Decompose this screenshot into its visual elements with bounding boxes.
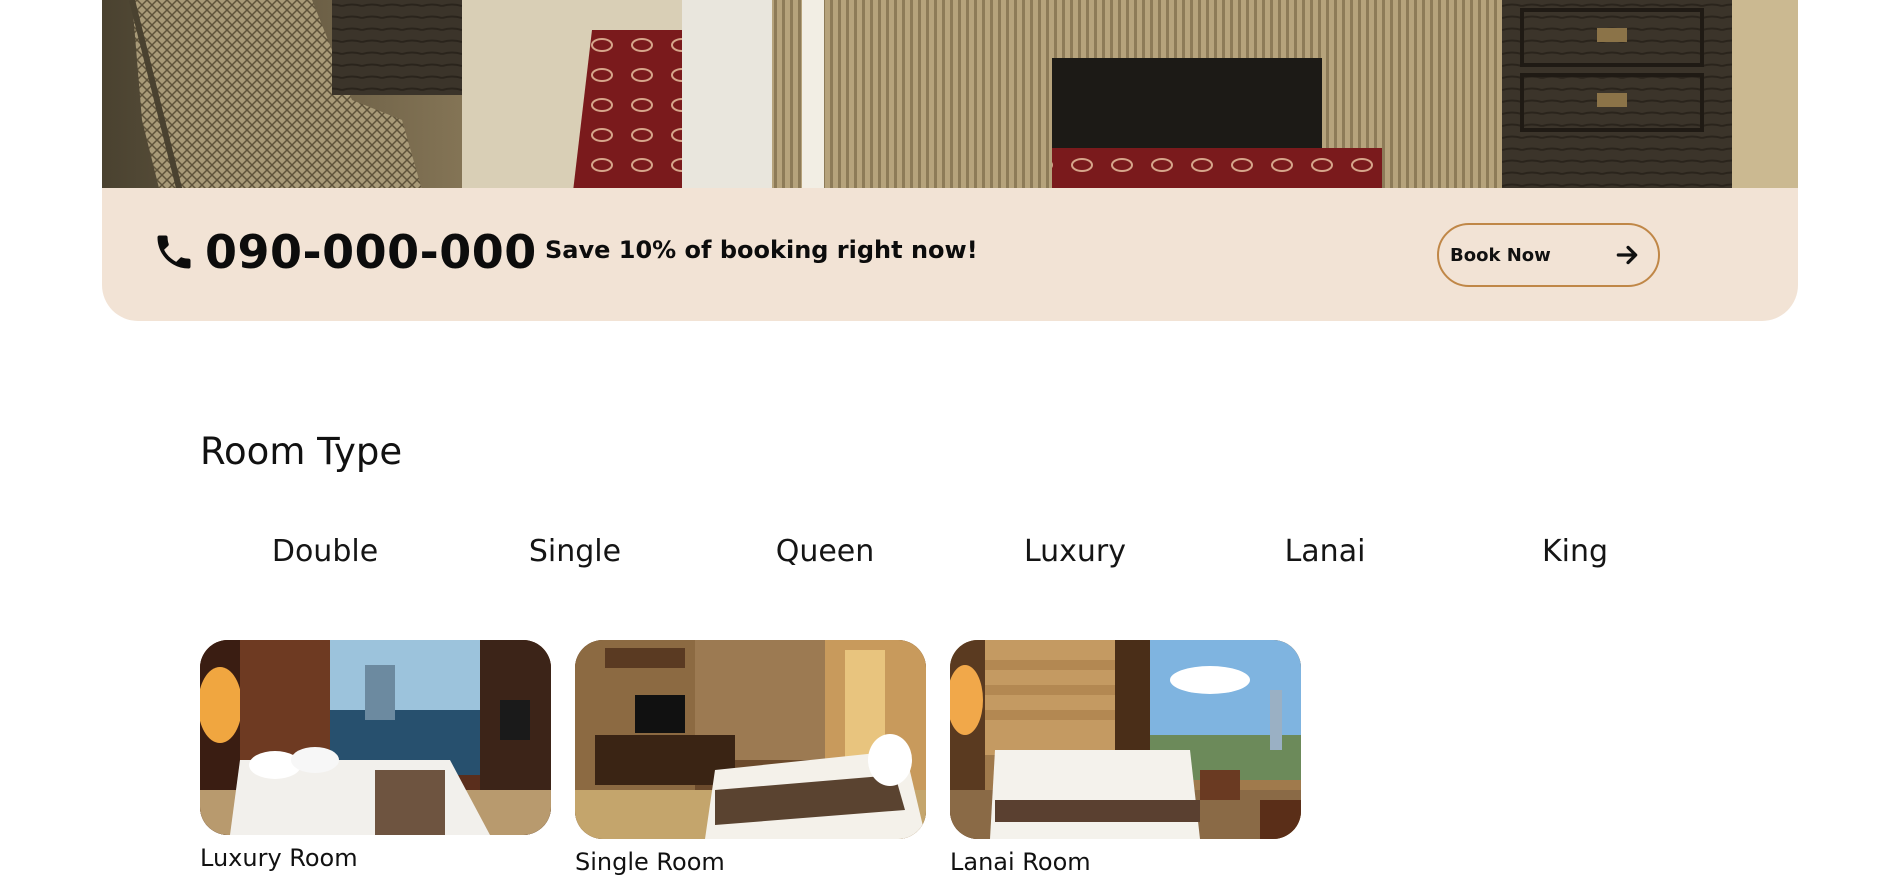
single-room-photo-icon (575, 640, 926, 839)
room-card-luxury[interactable]: Luxury Room (200, 640, 551, 873)
book-now-label: Book Now (1450, 244, 1551, 266)
hero-image (102, 0, 1798, 200)
room-list: Luxury Room Single Room Lanai Room (200, 640, 1400, 890)
room-card-lanai[interactable]: Lanai Room (950, 640, 1301, 877)
promo-offer-text: Save 10% of booking right now! (545, 236, 978, 264)
luxury-room-photo (200, 640, 551, 835)
tab-lanai[interactable]: Lanai (1200, 528, 1450, 576)
promo-bar: 090-000-000 Save 10% of booking right no… (102, 188, 1798, 321)
tab-queen[interactable]: Queen (700, 528, 950, 576)
tab-double[interactable]: Double (200, 528, 450, 576)
room-type-heading: Room Type (200, 430, 403, 473)
room-type-tabs: Double Single Queen Luxury Lanai King (200, 528, 1700, 576)
tab-king[interactable]: King (1450, 528, 1700, 576)
luxury-room-photo-icon (200, 640, 551, 835)
room-name: Luxury Room (200, 844, 358, 872)
lanai-room-photo-icon (950, 640, 1301, 839)
room-card-single[interactable]: Single Room (575, 640, 926, 877)
lanai-room-photo (950, 640, 1301, 839)
tab-luxury[interactable]: Luxury (950, 528, 1200, 576)
single-room-photo (575, 640, 926, 839)
arrow-right-icon (1616, 245, 1638, 265)
room-name: Lanai Room (950, 848, 1091, 876)
book-now-button[interactable]: Book Now (1437, 223, 1660, 287)
phone-icon (157, 235, 191, 269)
hotel-room-photo-icon (102, 0, 1798, 200)
tab-single[interactable]: Single (450, 528, 700, 576)
phone-number: 090-000-000 (205, 225, 537, 279)
room-name: Single Room (575, 848, 725, 876)
